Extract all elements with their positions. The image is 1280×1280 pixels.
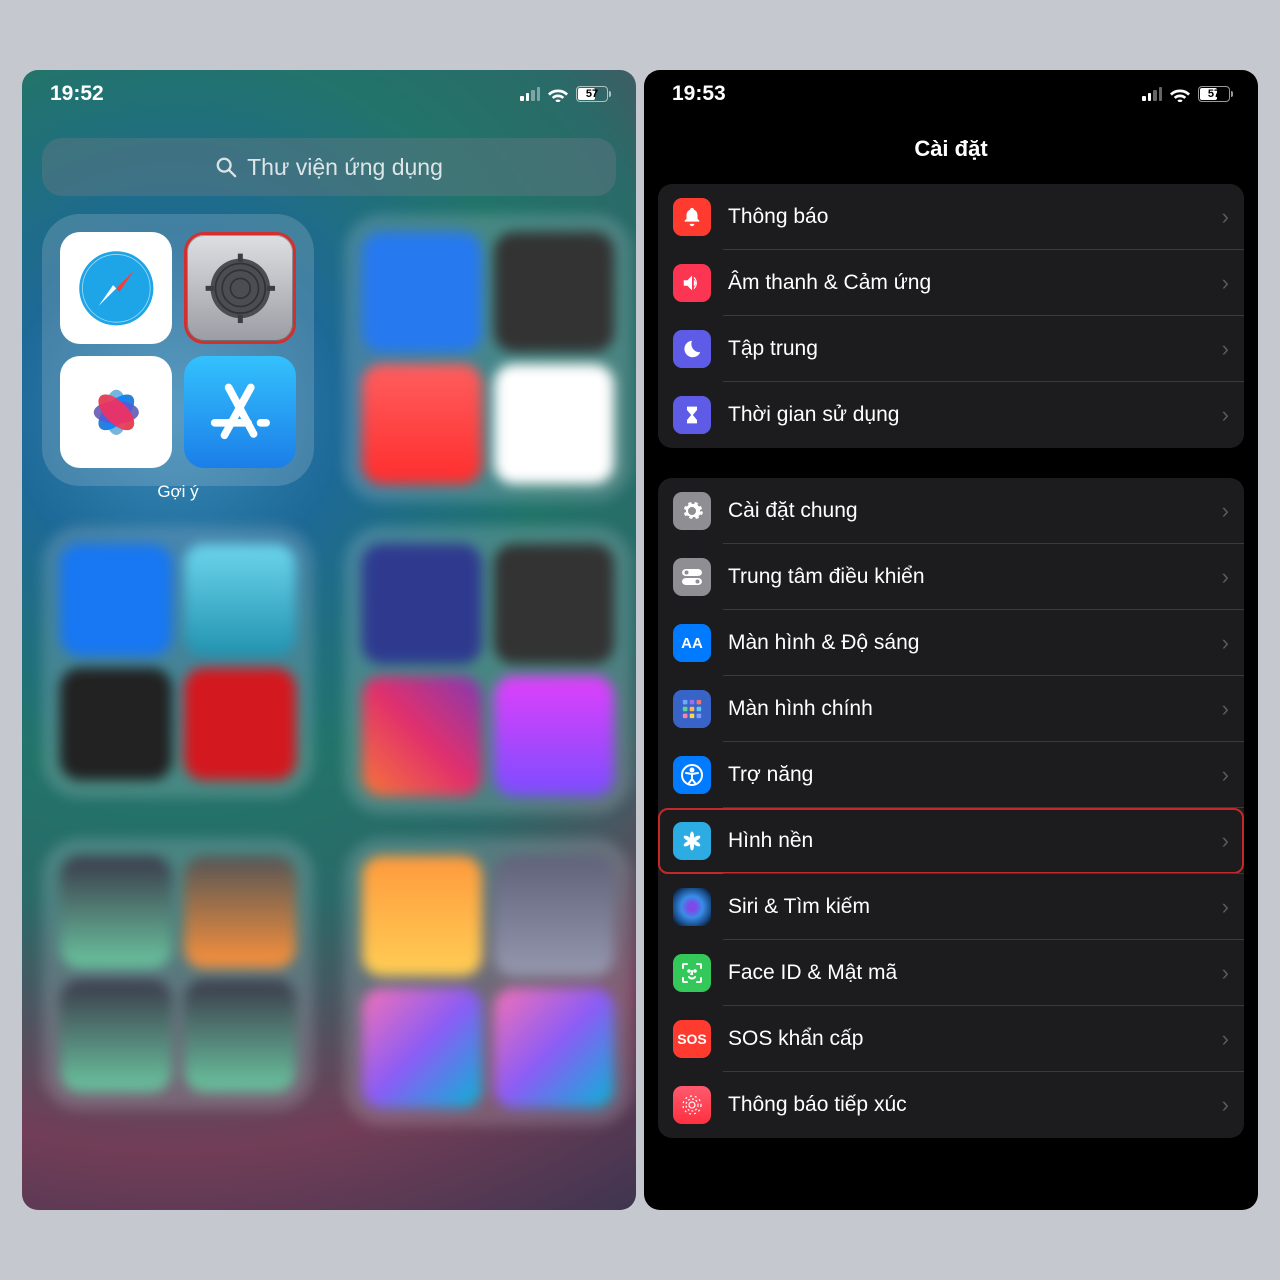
row-notifications[interactable]: Thông báo › [658, 184, 1244, 250]
chevron-right-icon: › [1222, 1092, 1229, 1118]
row-homescreen[interactable]: Màn hình chính › [658, 676, 1244, 742]
status-time: 19:53 [672, 82, 726, 106]
chevron-right-icon: › [1222, 402, 1229, 428]
chevron-right-icon: › [1222, 894, 1229, 920]
safari-app-icon[interactable] [60, 232, 172, 344]
row-label: Âm thanh & Cảm ứng [728, 271, 1222, 295]
settings-app-icon[interactable] [184, 232, 296, 344]
suggestions-folder[interactable] [42, 214, 314, 486]
toggle-icon [673, 558, 711, 596]
row-label: Cài đặt chung [728, 499, 1222, 523]
row-label: Face ID & Mật mã [728, 961, 1222, 985]
settings-title: Cài đặt [644, 110, 1258, 184]
signal-icon [520, 87, 540, 101]
grid-icon [673, 690, 711, 728]
chevron-right-icon: › [1222, 336, 1229, 362]
battery-icon: 57 [576, 86, 608, 102]
status-bar: 19:53 57 [644, 70, 1258, 110]
wifi-icon [1170, 87, 1190, 102]
hourglass-icon [673, 396, 711, 434]
row-accessibility[interactable]: Trợ năng › [658, 742, 1244, 808]
row-exposure[interactable]: Thông báo tiếp xúc › [658, 1072, 1244, 1138]
siri-icon [673, 888, 711, 926]
row-faceid[interactable]: Face ID & Mật mã › [658, 940, 1244, 1006]
gear-icon [673, 492, 711, 530]
chevron-right-icon: › [1222, 1026, 1229, 1052]
suggestions-label: Gợi ý [42, 482, 314, 502]
chevron-right-icon: › [1222, 960, 1229, 986]
row-label: Trung tâm điều khiển [728, 565, 1222, 589]
sos-icon: SOS [673, 1020, 711, 1058]
row-display[interactable]: AA Màn hình & Độ sáng › [658, 610, 1244, 676]
folder-blurred[interactable] [42, 526, 314, 798]
row-label: Màn hình & Độ sáng [728, 631, 1222, 655]
search-icon [215, 156, 237, 178]
app-library-search[interactable]: Thư viện ứng dụng [42, 138, 616, 196]
row-siri[interactable]: Siri & Tìm kiếm › [658, 874, 1244, 940]
folder-blurred[interactable] [344, 214, 632, 502]
settings-section-1: Thông báo › Âm thanh & Cảm ứng › Tập tru… [658, 184, 1244, 448]
row-label: Màn hình chính [728, 697, 1222, 721]
face-icon [673, 954, 711, 992]
chevron-right-icon: › [1222, 828, 1229, 854]
row-control-center[interactable]: Trung tâm điều khiển › [658, 544, 1244, 610]
row-screentime[interactable]: Thời gian sử dụng › [658, 382, 1244, 448]
wifi-icon [548, 87, 568, 102]
app-library-screen: 19:52 57 Thư viện ứng dụng [22, 70, 636, 1210]
chevron-right-icon: › [1222, 696, 1229, 722]
row-wallpaper[interactable]: Hình nền › [658, 808, 1244, 874]
status-bar: 19:52 57 [22, 70, 636, 110]
aa-icon: AA [673, 624, 711, 662]
row-label: Hình nền [728, 829, 1222, 853]
chevron-right-icon: › [1222, 564, 1229, 590]
battery-icon: 57 [1198, 86, 1230, 102]
folder-blurred[interactable] [42, 838, 314, 1110]
folder-blurred[interactable] [344, 526, 632, 814]
moon-icon [673, 330, 711, 368]
row-label: Siri & Tìm kiếm [728, 895, 1222, 919]
row-label: Thời gian sử dụng [728, 403, 1222, 427]
settings-section-2: Cài đặt chung › Trung tâm điều khiển › A… [658, 478, 1244, 1138]
row-sounds[interactable]: Âm thanh & Cảm ứng › [658, 250, 1244, 316]
chevron-right-icon: › [1222, 270, 1229, 296]
person-icon [673, 756, 711, 794]
search-placeholder: Thư viện ứng dụng [247, 154, 443, 181]
row-label: Thông báo [728, 205, 1222, 229]
photos-app-icon[interactable] [60, 356, 172, 468]
row-label: Tập trung [728, 337, 1222, 361]
signal-icon [1142, 87, 1162, 101]
chevron-right-icon: › [1222, 762, 1229, 788]
row-sos[interactable]: SOS SOS khẩn cấp › [658, 1006, 1244, 1072]
flower-icon [673, 822, 711, 860]
row-focus[interactable]: Tập trung › [658, 316, 1244, 382]
chevron-right-icon: › [1222, 498, 1229, 524]
speaker-icon [673, 264, 711, 302]
row-label: Trợ năng [728, 763, 1222, 787]
settings-screen: 19:53 57 Cài đặt Thông báo › Âm thanh & … [644, 70, 1258, 1210]
folder-blurred[interactable] [344, 838, 632, 1126]
chevron-right-icon: › [1222, 204, 1229, 230]
row-label: Thông báo tiếp xúc [728, 1093, 1222, 1117]
exposure-icon [673, 1086, 711, 1124]
chevron-right-icon: › [1222, 630, 1229, 656]
status-time: 19:52 [50, 82, 104, 106]
appstore-app-icon[interactable] [184, 356, 296, 468]
row-general[interactable]: Cài đặt chung › [658, 478, 1244, 544]
row-label: SOS khẩn cấp [728, 1027, 1222, 1051]
bell-icon [673, 198, 711, 236]
